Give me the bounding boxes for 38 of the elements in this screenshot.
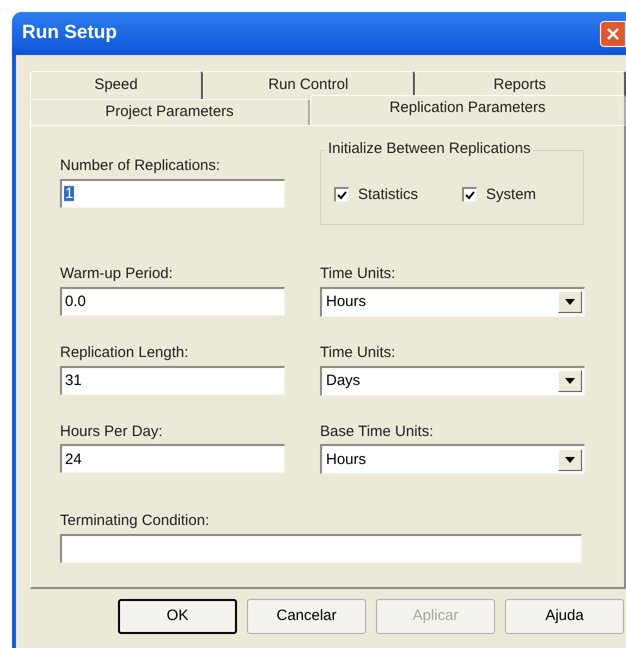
text-field[interactable]: 1: [60, 178, 285, 208]
dialog-button[interactable]: OK: [118, 599, 237, 634]
field-label: Number of Replications:: [60, 157, 222, 176]
close-button[interactable]: [600, 20, 626, 46]
window-title: Run Setup: [22, 21, 117, 46]
text-field[interactable]: 24: [60, 444, 285, 474]
dropdown[interactable]: Hours: [320, 444, 585, 474]
dropdown[interactable]: Hours: [320, 286, 585, 317]
field-value: 0.0: [64, 294, 87, 310]
checkbox-label: System: [486, 184, 536, 204]
field-label: Warm-up Period:: [60, 265, 174, 284]
tab[interactable]: Project Parameters: [30, 99, 310, 125]
checkbox-label: Statistics: [358, 184, 418, 204]
checkbox[interactable]: [462, 187, 478, 202]
caret-icon: [558, 370, 582, 392]
caret-icon: [558, 291, 582, 314]
checkbox[interactable]: [334, 187, 349, 202]
text-field[interactable]: 0.0: [60, 286, 285, 316]
field-value: 1: [64, 186, 74, 202]
tab[interactable]: Speed: [30, 71, 204, 99]
field-label: Terminating Condition:: [60, 512, 210, 531]
field-label: Replication Length:: [60, 344, 190, 362]
tab[interactable]: Replication Parameters: [310, 95, 626, 125]
tab[interactable]: Run Control: [203, 71, 415, 99]
close-icon: [607, 28, 619, 40]
field-label: Hours Per Day:: [60, 422, 164, 442]
dialog-button[interactable]: Ajuda: [505, 599, 624, 634]
field-value: 24: [64, 452, 83, 467]
caret-icon: [558, 448, 582, 471]
dialog-button[interactable]: Cancelar: [247, 599, 366, 634]
field-value: 31: [64, 373, 83, 388]
field-label: Time Units:: [320, 265, 396, 284]
text-field[interactable]: [60, 534, 582, 563]
dropdown[interactable]: Days: [320, 366, 585, 396]
text-field[interactable]: 31: [60, 366, 285, 394]
field-label: Base Time Units:: [320, 422, 434, 442]
field-label: Time Units:: [320, 344, 396, 362]
group-title: Initialize Between Replications: [326, 140, 533, 159]
